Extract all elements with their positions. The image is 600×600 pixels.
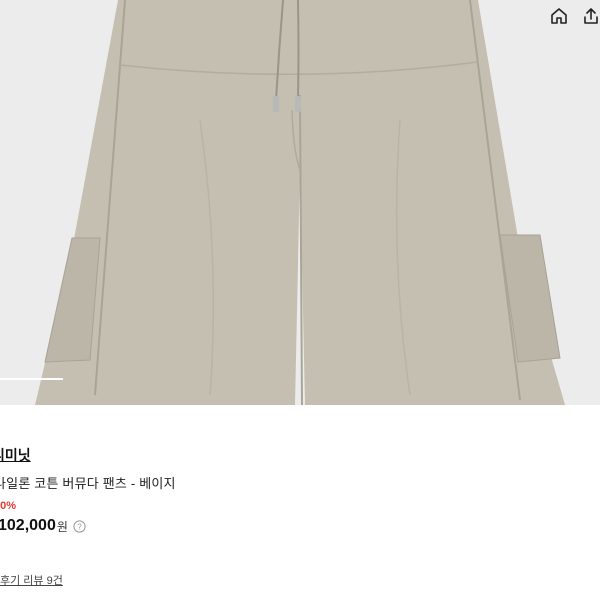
brand-link[interactable]: 디미닛 <box>0 445 31 465</box>
gallery-progress-bar <box>0 378 600 380</box>
discount-rate: 20% <box>0 500 17 512</box>
share-button[interactable] <box>582 7 600 31</box>
price-value: 102,000 <box>0 517 56 534</box>
gallery-progress-fill <box>0 378 63 380</box>
reviews-link[interactable]: 후기 리뷰 9건 <box>0 572 63 588</box>
price-unit: 원 <box>56 519 68 534</box>
home-icon <box>551 8 567 24</box>
product-info: 디미닛 나일론 코튼 버뮤다 팬츠 - 베이지 20% 102,000 원 ? … <box>0 405 600 600</box>
share-icon <box>584 8 598 24</box>
product-image-gallery[interactable] <box>0 0 600 405</box>
price-row: 102,000 원 ? <box>0 517 86 535</box>
product-image <box>35 0 565 405</box>
product-name: 나일론 코튼 버뮤다 팬츠 - 베이지 <box>0 476 176 491</box>
question-circle-icon[interactable]: ? <box>73 519 86 533</box>
svg-text:?: ? <box>77 522 82 531</box>
home-button[interactable] <box>550 7 574 31</box>
